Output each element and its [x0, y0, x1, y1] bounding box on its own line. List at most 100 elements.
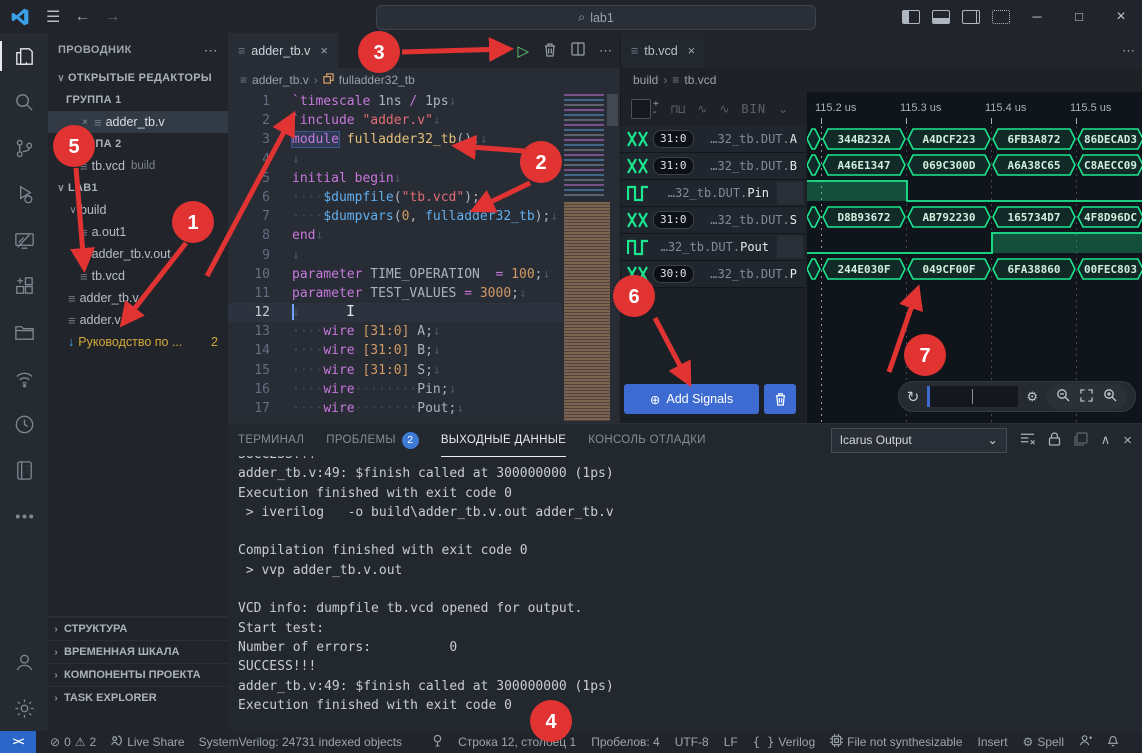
- wave-sine2-icon[interactable]: ∿: [719, 102, 729, 116]
- tab-close-icon[interactable]: ×: [688, 43, 696, 58]
- sidebar-more-icon[interactable]: ⋯: [204, 42, 218, 59]
- tree-item-adder_tb.v.out[interactable]: ≡adder_tb.v.out: [48, 243, 228, 265]
- tree-item-a.out1[interactable]: ≡a.out1: [48, 221, 228, 243]
- status-item-file[interactable]: File not synthesizable: [830, 734, 962, 750]
- code-line-1[interactable]: 1`timescale 1ns / 1ps↓: [228, 92, 562, 111]
- more-actions-icon[interactable]: ⋯: [1122, 43, 1135, 59]
- status-item-spell[interactable]: ⚙Spell: [1023, 735, 1064, 749]
- activity-item-notebook[interactable]: [0, 447, 48, 493]
- activity-item-more-views[interactable]: [0, 493, 48, 539]
- clear-output-icon[interactable]: [1020, 432, 1035, 448]
- maximize-panel-icon[interactable]: ∧: [1101, 432, 1111, 448]
- nav-forward-icon[interactable]: →: [104, 8, 120, 26]
- sidebar-section-TASK EXPLORER[interactable]: ›TASK EXPLORER: [48, 686, 228, 709]
- minimap[interactable]: [562, 92, 618, 423]
- maximize-button[interactable]: □: [1058, 0, 1100, 33]
- toggle-panel-icon[interactable]: [932, 10, 950, 24]
- tree-folder-build[interactable]: ∨build: [48, 199, 228, 221]
- code-line-12[interactable]: 12↓: [228, 303, 562, 322]
- close-editor-icon[interactable]: ×: [78, 117, 92, 128]
- minimize-button[interactable]: ─: [1016, 0, 1058, 33]
- signal-row-B[interactable]: 31:0…32_tb.DUT.B: [621, 153, 805, 180]
- activity-item-project-manager[interactable]: [0, 309, 48, 355]
- output-channel-select[interactable]: Icarus Output ⌄: [831, 428, 1007, 453]
- code-line-9[interactable]: 9↓: [228, 246, 562, 265]
- wave-minus-icon[interactable]: -: [653, 109, 659, 117]
- code-line-13[interactable]: 13····wire [31:0] A;↓: [228, 322, 562, 341]
- activity-item-extensions[interactable]: [0, 263, 48, 309]
- signal-row-A[interactable]: 31:0…32_tb.DUT.A: [621, 126, 805, 153]
- close-panel-icon[interactable]: ×: [1123, 432, 1132, 449]
- trash-icon[interactable]: [543, 42, 557, 60]
- tree-item-adder.v[interactable]: ≡adder.v: [48, 309, 228, 331]
- panel-tab-КОНСОЛЬ ОТЛАДКИ[interactable]: КОНСОЛЬ ОТЛАДКИ: [588, 424, 706, 456]
- activity-item-search[interactable]: [0, 79, 48, 125]
- output-console[interactable]: SUCCESS!!!adder_tb.v:49: $finish called …: [238, 456, 614, 715]
- signal-row-Pin[interactable]: …32_tb.DUT.Pin: [621, 180, 805, 207]
- tree-group-ГРУППА 2[interactable]: ГРУППА 2: [48, 133, 228, 155]
- status-item-port[interactable]: [432, 734, 443, 750]
- lock-icon[interactable]: [1048, 432, 1061, 449]
- sidebar-section-ВРЕМЕННАЯ ШКАЛА[interactable]: ›ВРЕМЕННАЯ ШКАЛА: [48, 640, 228, 663]
- panel-tab-ТЕРМИНАЛ[interactable]: ТЕРМИНАЛ: [238, 424, 304, 456]
- code-editor[interactable]: 1`timescale 1ns / 1ps↓2`include "adder.v…: [228, 92, 562, 423]
- activity-item-remote-explorer[interactable]: [0, 217, 48, 263]
- minimap-slider[interactable]: [607, 94, 618, 126]
- code-line-3[interactable]: 3module fulladder32_tb();↓: [228, 130, 562, 149]
- wave-breadcrumb[interactable]: build › ≡ tb.vcd: [621, 68, 1142, 92]
- tree-item-adder_tb.v[interactable]: ≡adder_tb.v: [48, 287, 228, 309]
- code-line-17[interactable]: 17····wire········Pout;↓: [228, 399, 562, 418]
- wave-sine1-icon[interactable]: ∿: [697, 102, 707, 116]
- status-item-utf-8[interactable]: UTF-8: [675, 735, 709, 749]
- more-actions-icon[interactable]: ⋯: [599, 43, 612, 59]
- tab-close-icon[interactable]: ×: [320, 43, 328, 58]
- gear-icon[interactable]: ⚙: [1026, 389, 1038, 405]
- activity-item-wireless[interactable]: [0, 355, 48, 401]
- tree-item-adder_tb.v[interactable]: ×≡adder_tb.v: [48, 111, 228, 133]
- remote-indicator[interactable]: ><: [0, 731, 36, 753]
- status-item-insert[interactable]: Insert: [978, 735, 1008, 749]
- tab-adder-tb[interactable]: ≡ adder_tb.v ×: [228, 33, 338, 68]
- code-line-15[interactable]: 15····wire [31:0] S;↓: [228, 361, 562, 380]
- indexer-status[interactable]: SystemVerilog: 24731 indexed objects: [199, 735, 402, 749]
- signal-row-P[interactable]: 30:0…32_tb.DUT.P: [621, 261, 805, 288]
- tree-section-ОТКРЫТЫЕ РЕДАКТОРЫ[interactable]: ∨ОТКРЫТЫЕ РЕДАКТОРЫ: [48, 67, 228, 89]
- status-item-lf[interactable]: LF: [724, 735, 738, 749]
- activity-item-settings[interactable]: [0, 685, 48, 731]
- toggle-sidebar-icon[interactable]: [902, 10, 920, 24]
- signal-row-S[interactable]: 31:0…32_tb.DUT.S: [621, 207, 805, 234]
- code-line-4[interactable]: 4↓: [228, 150, 562, 169]
- toggle-secondary-sidebar-icon[interactable]: [962, 10, 980, 24]
- sidebar-section-КОМПОНЕНТЫ ПРОЕКТА[interactable]: ›КОМПОНЕНТЫ ПРОЕКТА: [48, 663, 228, 686]
- tree-download-Руководство по ...[interactable]: ↓Руководство по ...2: [48, 331, 228, 353]
- zoom-out-icon[interactable]: [1056, 388, 1070, 405]
- activity-item-timer[interactable]: [0, 401, 48, 447]
- code-line-10[interactable]: 10parameter TIME_OPERATION = 100;↓: [228, 265, 562, 284]
- open-in-editor-icon[interactable]: [1074, 432, 1088, 449]
- zoom-in-icon[interactable]: [1103, 388, 1117, 405]
- activity-item-accounts[interactable]: [0, 639, 48, 685]
- code-line-6[interactable]: 6····$dumpfile("tb.vcd");↓: [228, 188, 562, 207]
- code-line-11[interactable]: 11parameter TEST_VALUES = 3000;↓: [228, 284, 562, 303]
- reload-icon[interactable]: ↻: [907, 388, 920, 406]
- zoom-fit-icon[interactable]: [1080, 389, 1093, 405]
- code-line-16[interactable]: 16····wire········Pin;↓: [228, 380, 562, 399]
- tree-section-LAB1[interactable]: ∨LAB1: [48, 177, 228, 199]
- panel-tab-ВЫХОДНЫЕ ДАННЫЕ[interactable]: ВЫХОДНЫЕ ДАННЫЕ: [441, 424, 566, 457]
- problems-status[interactable]: ⊘0 ⚠2: [50, 735, 96, 749]
- status-item-пробелов[interactable]: Пробелов: 4: [591, 735, 660, 749]
- status-item-person[interactable]: [1079, 734, 1092, 750]
- search-input[interactable]: ⌕ lab1: [376, 5, 816, 30]
- run-button[interactable]: ▷: [517, 42, 529, 60]
- close-button[interactable]: ×: [1100, 0, 1142, 33]
- status-item-verilog[interactable]: { }Verilog: [753, 735, 815, 749]
- chevron-down-icon[interactable]: ⌄: [778, 102, 788, 116]
- code-line-14[interactable]: 14····wire [31:0] B;↓: [228, 341, 562, 360]
- customize-layout-icon[interactable]: [992, 10, 1010, 24]
- tree-item-tb.vcd[interactable]: ≡tb.vcdbuild: [48, 155, 228, 177]
- code-line-7[interactable]: 7····$dumpvars(0, fulladder32_tb);↓: [228, 207, 562, 226]
- wave-select-box[interactable]: [631, 99, 651, 119]
- code-line-5[interactable]: 5initial begin↓: [228, 169, 562, 188]
- wave-format-select[interactable]: BIN: [741, 102, 766, 116]
- time-input[interactable]: [927, 386, 1018, 407]
